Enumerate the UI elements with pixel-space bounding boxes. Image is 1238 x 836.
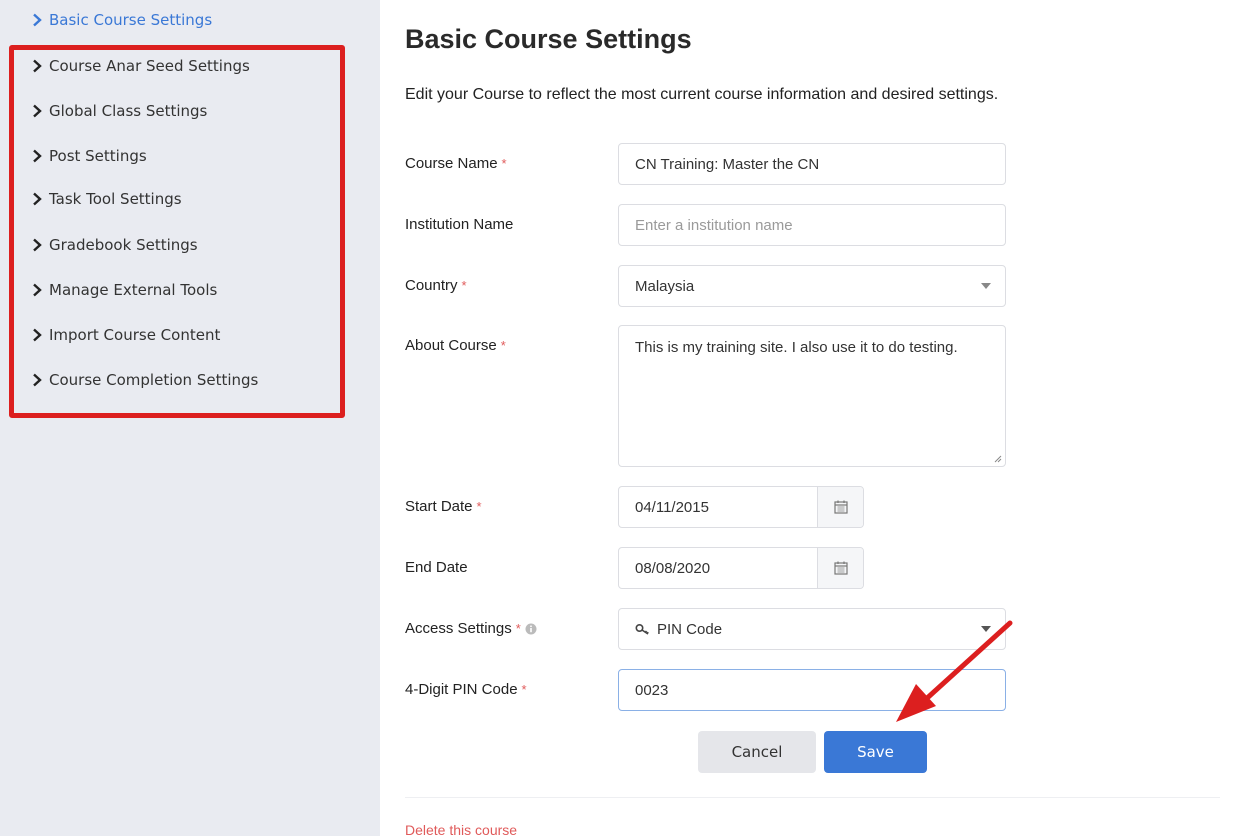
key-icon (635, 623, 649, 635)
required-marker: * (501, 156, 507, 171)
start-date-value: 04/11/2015 (635, 498, 709, 516)
pin-code-input[interactable]: 0023 (618, 669, 1006, 711)
required-marker: * (500, 338, 506, 353)
sidebar-item-label: Basic Course Settings (49, 11, 213, 29)
course-name-label: Course Name * (405, 155, 507, 172)
course-name-value: CN Training: Master the CN (635, 155, 820, 173)
required-marker: * (521, 682, 527, 697)
calendar-icon (833, 500, 848, 514)
about-course-value: This is my training site. I also use it … (635, 339, 958, 356)
about-course-textarea[interactable]: This is my training site. I also use it … (618, 325, 1006, 467)
country-label: Country * (405, 277, 467, 294)
cancel-button[interactable]: Cancel (698, 731, 816, 773)
pin-code-label-text: 4-Digit PIN Code (405, 681, 518, 698)
caret-down-icon (981, 283, 991, 289)
delete-course-link[interactable]: Delete this course (405, 822, 517, 836)
institution-name-label-text: Institution Name (405, 216, 514, 233)
chevron-right-icon (33, 13, 42, 27)
access-settings-select[interactable]: PIN Code (618, 608, 1006, 650)
end-date-label: End Date (405, 559, 468, 576)
required-marker: * (461, 278, 467, 293)
start-date-calendar-button[interactable] (817, 487, 863, 527)
settings-sidebar: Basic Course Settings Course Anar Seed S… (0, 0, 380, 836)
institution-name-placeholder: Enter a institution name (635, 216, 793, 234)
end-date-input[interactable]: 08/08/2020 (619, 548, 817, 588)
country-value: Malaysia (635, 277, 695, 295)
end-date-picker: 08/08/2020 (618, 547, 864, 589)
country-label-text: Country (405, 277, 458, 294)
course-name-input[interactable]: CN Training: Master the CN (618, 143, 1006, 185)
access-settings-label-text: Access Settings (405, 620, 512, 637)
country-select[interactable]: Malaysia (618, 265, 1006, 307)
required-marker: * (476, 499, 482, 514)
course-name-label-text: Course Name (405, 155, 498, 172)
start-date-label-text: Start Date (405, 498, 473, 515)
access-settings-value: PIN Code (657, 620, 723, 638)
institution-name-input[interactable]: Enter a institution name (618, 204, 1006, 246)
highlight-annotation-box (9, 45, 345, 418)
save-button[interactable]: Save (824, 731, 927, 773)
sidebar-item-basic-course-settings[interactable]: Basic Course Settings (32, 8, 212, 32)
info-icon[interactable] (525, 623, 537, 635)
page-description: Edit your Course to reflect the most cur… (405, 86, 999, 103)
resize-grip-icon[interactable] (994, 455, 1002, 463)
end-date-calendar-button[interactable] (817, 548, 863, 588)
main-content: Basic Course Settings Edit your Course t… (380, 0, 1238, 836)
caret-down-icon (981, 626, 991, 632)
access-settings-label: Access Settings * (405, 620, 537, 637)
required-marker: * (515, 621, 521, 636)
about-course-label: About Course * (405, 337, 506, 354)
start-date-picker: 04/11/2015 (618, 486, 864, 528)
pin-code-label: 4-Digit PIN Code * (405, 681, 527, 698)
pin-code-value: 0023 (635, 681, 669, 699)
divider (405, 797, 1220, 798)
institution-name-label: Institution Name (405, 216, 513, 233)
page-title: Basic Course Settings (405, 24, 692, 54)
start-date-label: Start Date * (405, 498, 482, 515)
end-date-value: 08/08/2020 (635, 559, 711, 577)
start-date-input[interactable]: 04/11/2015 (619, 487, 817, 527)
calendar-icon (833, 561, 848, 575)
about-course-label-text: About Course (405, 337, 497, 354)
end-date-label-text: End Date (405, 559, 468, 576)
